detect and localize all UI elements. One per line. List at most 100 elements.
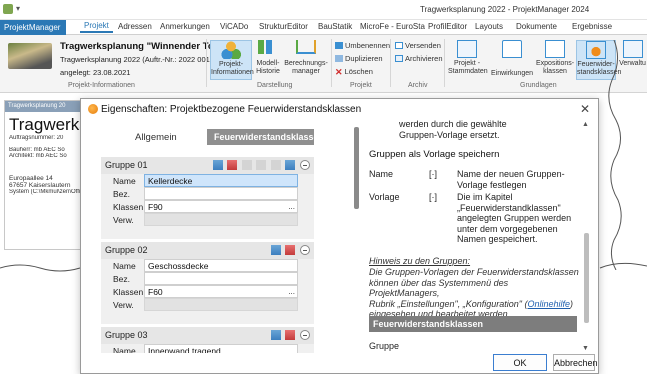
- tab-microfe-eurosta[interactable]: MicroFe - EuroSta: [360, 22, 425, 31]
- expositionsklassen-button[interactable]: Expositions- klassen: [536, 40, 574, 76]
- tab-struktureditor[interactable]: StrukturEditor: [259, 22, 308, 31]
- pane-splitter-handle[interactable]: [354, 127, 359, 209]
- modell-historie-button[interactable]: Modell- Historie: [254, 40, 282, 76]
- save-template-icon[interactable]: [270, 330, 281, 340]
- collapse-icon[interactable]: [300, 330, 310, 340]
- delete-icon[interactable]: [285, 330, 296, 340]
- name-input[interactable]: Kellerdecke: [144, 174, 298, 187]
- ribbon: Tragwerksplanung "Winnender Tor" Tragwer…: [0, 35, 647, 93]
- tab-projektmanager[interactable]: ProjektManager: [0, 20, 66, 35]
- window-title: Tragwerksplanung 2022 - ProjektManager 2…: [420, 5, 590, 14]
- collapse-icon[interactable]: [300, 245, 310, 255]
- projekt-stammdaten-button[interactable]: Projekt - Stammdaten: [448, 40, 488, 76]
- bez-input[interactable]: [144, 272, 298, 285]
- tab-dokumente[interactable]: Dokumente: [516, 22, 557, 31]
- help-row1-label: Name: [369, 169, 394, 179]
- tab-vicado[interactable]: ViCADo: [220, 22, 248, 31]
- browse-icon[interactable]: ...: [288, 287, 295, 296]
- move-up-icon[interactable]: [241, 160, 252, 170]
- tab-layouts[interactable]: Layouts: [475, 22, 503, 31]
- field-row: Name Geschossdecke: [101, 259, 314, 272]
- add-icon[interactable]: [212, 160, 223, 170]
- title-bar: ▾ Tragwerksplanung 2022 - ProjektManager…: [0, 0, 647, 20]
- group-label-darstellung: Darstellung: [257, 82, 293, 89]
- name-input[interactable]: Geschossdecke: [144, 259, 298, 272]
- save-template-icon[interactable]: [285, 160, 296, 170]
- scrollbar-thumb[interactable]: [584, 233, 589, 323]
- help-row2-label: Vorlage: [369, 192, 400, 202]
- berechnungsmanager-button[interactable]: Berechnungs- manager: [284, 40, 328, 76]
- house-fire-icon: [586, 41, 606, 59]
- browse-icon[interactable]: ...: [288, 202, 295, 211]
- archive-icon: [395, 55, 403, 62]
- quick-access-dropdown-icon[interactable]: ▾: [16, 4, 20, 13]
- dialog-left-pane: Allgemein Feuerwiderstandsklassen Gruppe…: [89, 121, 314, 353]
- ribbon-separator: [206, 39, 207, 87]
- help-scrollbar[interactable]: ▲ ▼: [581, 121, 591, 353]
- field-row: Name Innenwand tragend: [101, 344, 314, 353]
- stammdaten-icon: [457, 40, 477, 58]
- delete-icon[interactable]: [227, 160, 238, 170]
- ribbon-separator: [331, 39, 332, 87]
- app-icon[interactable]: [3, 4, 13, 14]
- project-title: Tragwerksplanung "Winnender Tor": [60, 41, 222, 52]
- loeschen-label: Löschen: [344, 67, 373, 76]
- delete-icon[interactable]: [285, 245, 296, 255]
- info-people-icon: [221, 41, 241, 59]
- rename-icon: [335, 42, 343, 49]
- dialog-title-bar: Eigenschaften: Projektbezogene Feuerwide…: [81, 99, 598, 119]
- name-input[interactable]: Innenwand tragend: [144, 344, 298, 353]
- collapse-icon[interactable]: [300, 160, 310, 170]
- save-template-icon[interactable]: [270, 245, 281, 255]
- onlinehilfe-link[interactable]: Onlinehilfe: [527, 299, 570, 309]
- scroll-up-icon[interactable]: ▲: [582, 121, 589, 128]
- ribbon-separator: [444, 39, 445, 87]
- loeschen-button[interactable]: ✕ Löschen: [335, 67, 373, 77]
- properties-dialog: Eigenschaften: Projektbezogene Feuerwide…: [80, 98, 599, 374]
- ok-button[interactable]: OK: [493, 354, 547, 371]
- archivieren-label: Archivieren: [405, 54, 443, 63]
- copy-icon[interactable]: [270, 160, 281, 170]
- group-title: Gruppe 01: [105, 160, 148, 170]
- tab-adressen[interactable]: Adressen: [118, 22, 152, 31]
- scroll-down-icon[interactable]: ▼: [582, 345, 589, 352]
- klassen-label: Klassen: [113, 202, 144, 212]
- group-01: Gruppe 01 Name Kellerdecke Bez. Klassen F9…: [101, 157, 314, 239]
- group-header: Gruppe 01: [101, 157, 314, 174]
- umbenennen-button[interactable]: Umbenennen: [335, 41, 390, 50]
- close-icon[interactable]: ✕: [580, 102, 590, 116]
- help-row2-text: Die im Kapitel „Feuerwiderstandklassen" …: [457, 192, 572, 244]
- tab-anmerkungen[interactable]: Anmerkungen: [160, 22, 210, 31]
- versenden-button[interactable]: Versenden: [395, 41, 441, 50]
- projekt-informationen-button[interactable]: Projekt- Informationen: [210, 40, 254, 80]
- segment-feuerwiderstandsklassen[interactable]: Feuerwiderstandsklassen: [207, 129, 314, 145]
- dialog-title: Eigenschaften: Projektbezogene Feuerwide…: [101, 104, 362, 115]
- duplizieren-button[interactable]: Duplizieren: [335, 54, 383, 63]
- house-drop-icon: [545, 40, 565, 58]
- bez-input[interactable]: [144, 187, 298, 200]
- segment-allgemein[interactable]: Allgemein: [135, 132, 177, 143]
- group-title: Gruppe 02: [105, 245, 148, 255]
- group-label-archiv: Archiv: [408, 82, 428, 89]
- group-toolbar: [211, 160, 310, 170]
- verw-field: [144, 298, 298, 311]
- field-row: Klassen F90...: [101, 200, 314, 213]
- help-row1-mark: [·]: [429, 169, 437, 179]
- cancel-button[interactable]: Abbrechen: [553, 354, 598, 371]
- klassen-input[interactable]: F90...: [144, 200, 298, 213]
- tab-baustatik[interactable]: BauStatik: [318, 22, 352, 31]
- name-label: Name: [113, 261, 136, 271]
- tab-projekt[interactable]: Projekt: [80, 21, 113, 33]
- project-date: angelegt: 23.08.2021: [60, 68, 131, 77]
- klassen-input[interactable]: F60...: [144, 285, 298, 298]
- archivieren-button[interactable]: Archivieren: [395, 54, 443, 63]
- bez-label: Bez.: [113, 274, 131, 284]
- tab-profileditor[interactable]: ProfilEditor: [428, 22, 467, 31]
- house-icon: [502, 40, 522, 58]
- projekt-stammdaten-label: Projekt - Stammdaten: [448, 60, 488, 75]
- field-row: Bez.: [101, 187, 314, 200]
- group-toolbar: [269, 245, 310, 255]
- move-down-icon[interactable]: [256, 160, 267, 170]
- einwirkungen-button[interactable]: Einwirkungen: [490, 40, 534, 78]
- tab-ergebnisse[interactable]: Ergebnisse: [572, 22, 612, 31]
